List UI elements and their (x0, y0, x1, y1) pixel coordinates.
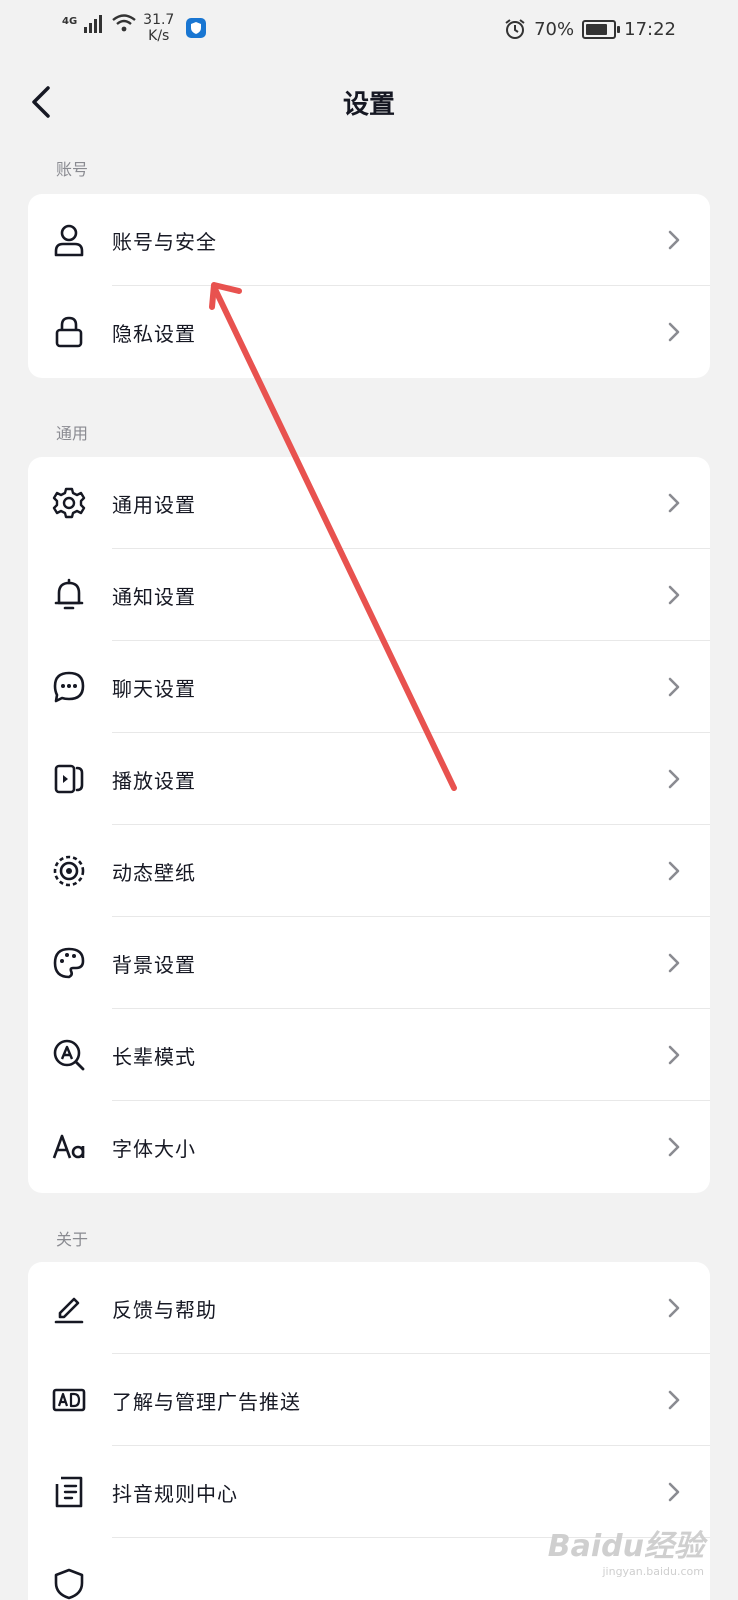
nav-bar: 设置 (0, 70, 738, 136)
chevron-right-icon (668, 1137, 680, 1157)
edit-pen-icon (52, 1291, 86, 1325)
network-speed: 31.7 K/s (143, 12, 174, 44)
chevron-right-icon (668, 1482, 680, 1502)
account-card: 账号与安全 隐私设置 (28, 194, 710, 378)
chevron-right-icon (668, 585, 680, 605)
menu-item-playback-settings[interactable]: 播放设置 (28, 733, 710, 825)
shield-icon (186, 18, 207, 38)
palette-icon (52, 946, 86, 980)
menu-item-chat-settings[interactable]: 聊天设置 (28, 641, 710, 733)
menu-item-notification-settings[interactable]: 通知设置 (28, 549, 710, 641)
section-title-about: 关于 (56, 1230, 89, 1249)
battery-percent: 70% (534, 18, 575, 40)
menu-item-label: 账号与安全 (112, 230, 217, 254)
network-speed-unit: K/s (148, 28, 170, 44)
menu-item-label: 抖音规则中心 (112, 1482, 238, 1506)
user-icon (52, 223, 86, 257)
shield-outline-icon (52, 1567, 86, 1600)
chevron-right-icon (668, 677, 680, 697)
page-title: 设置 (342, 90, 395, 120)
chevron-right-icon (668, 1298, 680, 1318)
menu-item-general-settings[interactable]: 通用设置 (28, 457, 710, 549)
menu-item-background-settings[interactable]: 背景设置 (28, 917, 710, 1009)
chevron-right-icon (668, 1045, 680, 1065)
menu-item-label: 聊天设置 (112, 677, 196, 701)
network-type: 4G (62, 16, 78, 27)
general-card: 通用设置 通知设置 聊天设置 播放设置 动态壁纸 背景设置 长辈模式 字体大小 (28, 457, 710, 1193)
clock: 17:22 (624, 18, 676, 40)
menu-item-label: 反馈与帮助 (112, 1298, 217, 1322)
watermark: Baidu经验 jingyan.baidu.com (548, 1521, 704, 1578)
watermark-brand: Baidu经验 (547, 1529, 704, 1564)
menu-item-label: 长辈模式 (112, 1045, 196, 1069)
menu-item-privacy[interactable]: 隐私设置 (28, 286, 710, 378)
status-bar: 4G 31.7 K/s 70% 17:22 (0, 0, 738, 58)
section-title-general: 通用 (56, 424, 89, 443)
menu-item-label: 了解与管理广告推送 (112, 1390, 301, 1414)
menu-item-account-security[interactable]: 账号与安全 (28, 194, 710, 286)
menu-item-ad-management[interactable]: 了解与管理广告推送 (28, 1354, 710, 1446)
settings-screen: 4G 31.7 K/s 70% 17:22 设置 账号 账号与安全 隐私设置 通… (0, 0, 738, 1600)
chevron-right-icon (668, 1390, 680, 1410)
wallpaper-icon (52, 854, 86, 888)
wifi-icon (112, 14, 136, 32)
menu-item-label: 动态壁纸 (112, 861, 196, 885)
elder-mode-icon (52, 1038, 86, 1072)
ad-icon (52, 1383, 86, 1417)
chevron-right-icon (668, 322, 680, 342)
menu-item-label: 播放设置 (112, 769, 196, 793)
menu-item-elder-mode[interactable]: 长辈模式 (28, 1009, 710, 1101)
menu-item-label: 通知设置 (112, 585, 196, 609)
menu-item-font-size[interactable]: 字体大小 (28, 1101, 710, 1193)
chevron-right-icon (668, 230, 680, 250)
watermark-url: jingyan.baidu.com (602, 1565, 704, 1578)
menu-item-label: 字体大小 (112, 1137, 196, 1161)
chat-bubble-icon (52, 670, 86, 704)
status-bar-left: 4G 31.7 K/s (62, 12, 207, 44)
section-title-account: 账号 (56, 160, 89, 179)
menu-item-label: 通用设置 (112, 493, 196, 517)
gear-icon (52, 486, 86, 520)
chevron-right-icon (668, 953, 680, 973)
play-icon (52, 762, 86, 796)
chevron-right-icon (668, 861, 680, 881)
network-speed-value: 31.7 (143, 12, 175, 28)
menu-item-label: 背景设置 (112, 953, 196, 977)
menu-item-label: 隐私设置 (112, 322, 196, 346)
bell-icon (52, 578, 86, 612)
lock-icon (52, 315, 86, 349)
menu-item-feedback-help[interactable]: 反馈与帮助 (28, 1262, 710, 1354)
signal-icon (84, 15, 103, 33)
menu-item-live-wallpaper[interactable]: 动态壁纸 (28, 825, 710, 917)
font-size-icon (52, 1130, 86, 1164)
chevron-right-icon (668, 769, 680, 789)
status-bar-right: 70% 17:22 (504, 18, 676, 40)
document-list-icon (52, 1475, 86, 1509)
alarm-icon (505, 19, 525, 39)
battery-icon (582, 19, 621, 39)
chevron-right-icon (668, 493, 680, 513)
